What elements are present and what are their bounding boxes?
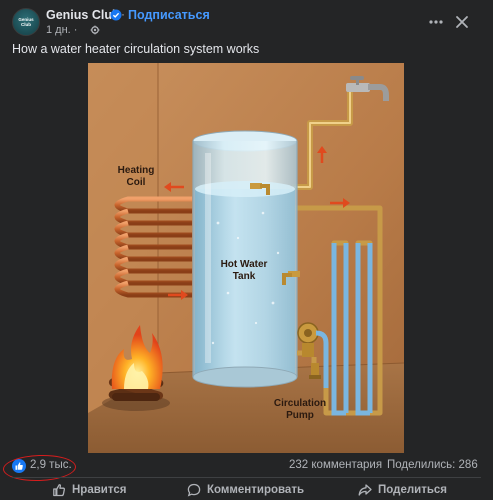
close-icon[interactable] — [452, 12, 472, 32]
facebook-post: Genius Club Genius Club · Подписаться 1 … — [0, 0, 493, 500]
share-button-label: Поделиться — [378, 484, 448, 496]
avatar-logo-text: Genius Club — [18, 17, 34, 27]
like-button-label: Нравится — [72, 484, 127, 496]
subscribe-button[interactable]: Подписаться — [128, 8, 210, 22]
label-pump: Pump — [286, 410, 314, 421]
label-hot-water: Hot Water — [221, 259, 268, 270]
privacy-globe-icon — [90, 25, 100, 35]
comment-button[interactable]: Комментировать — [187, 481, 304, 499]
share-button[interactable]: Поделиться — [358, 481, 447, 499]
avatar[interactable]: Genius Club — [12, 8, 40, 36]
comments-count[interactable]: 232 комментария — [289, 459, 382, 471]
post-header: Genius Club Genius Club · Подписаться 1 … — [0, 0, 493, 40]
post-stats: 2,9 тыс. 232 комментария Поделились: 286 — [0, 453, 493, 483]
separator-dot: · — [121, 7, 125, 21]
comment-bubble-icon — [187, 483, 201, 497]
water-heater-illustration: Heating Coil Hot Water Tank Circulation … — [88, 63, 404, 453]
label-coil: Coil — [127, 177, 146, 188]
post-text: How a water heater circulation system wo… — [12, 42, 260, 56]
shares-count[interactable]: Поделились: 286 — [387, 459, 478, 471]
page-name[interactable]: Genius Club — [46, 8, 120, 22]
share-arrow-icon — [358, 484, 372, 496]
label-tank: Tank — [233, 271, 256, 282]
post-time[interactable]: 1 дн. · — [46, 24, 77, 36]
post-image[interactable]: Heating Coil Hot Water Tank Circulation … — [88, 63, 404, 453]
label-circulation: Circulation — [274, 398, 326, 409]
like-button[interactable]: Нравится — [52, 481, 126, 499]
comment-button-label: Комментировать — [207, 484, 305, 496]
more-options-icon[interactable] — [426, 12, 446, 32]
label-heating: Heating — [118, 165, 155, 176]
action-bar: Нравится Комментировать Поделиться — [0, 478, 493, 500]
thumbs-up-icon — [53, 484, 66, 497]
